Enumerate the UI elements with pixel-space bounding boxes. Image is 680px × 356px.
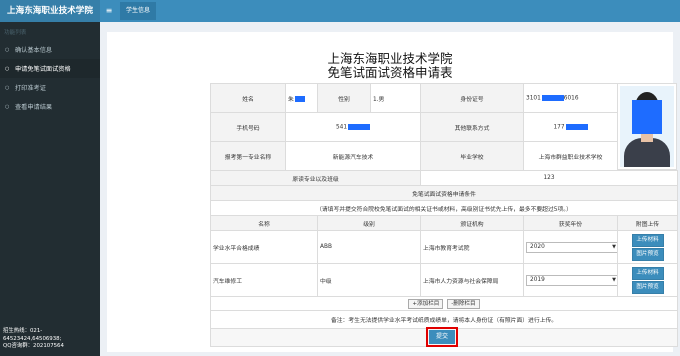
privacy-mask <box>348 123 371 130</box>
circle-outline-icon: ○ <box>5 46 10 53</box>
name-value: 朱 <box>285 83 318 113</box>
cert-name-cell[interactable]: 汽车维修工 <box>210 263 318 297</box>
sidebar-item-apply-exemption[interactable]: ○ 申请免笔试面试资格 <box>0 59 100 78</box>
col-header-name: 名称 <box>210 215 318 231</box>
cert-name-cell[interactable]: 学业水平合格成绩 <box>210 230 318 264</box>
conditions-note: （请填写并提交符合院校免笔试面试的相关证书或材料，高级别证书优先上传，最多不要超… <box>209 200 679 216</box>
table-row: 汽车维修工 中级 上海市人力资源与社会保障局 2019 ▼ 上传材料 图片预览 <box>210 263 679 297</box>
row-actions: +添加栏目 -删除栏目 <box>209 296 679 311</box>
sidebar-item-label: 打印准考证 <box>15 85 46 92</box>
year-select[interactable]: 2020 ▼ <box>526 241 617 253</box>
phone-value: 541 <box>285 112 421 142</box>
privacy-mask <box>565 123 588 130</box>
upload-button[interactable]: 上传材料 <box>631 233 664 247</box>
id-value: 3101 6016 <box>523 83 618 113</box>
tab-student-info[interactable]: 学生信息 <box>120 2 157 20</box>
phone-label: 手机号码 <box>210 112 286 142</box>
name-label: 姓名 <box>210 83 286 113</box>
col-header-upload: 附图上传 <box>617 215 679 231</box>
sidebar-item-label: 查看申请结果 <box>15 104 53 111</box>
chevron-down-icon: ▼ <box>612 277 617 283</box>
cert-issuer-cell[interactable]: 上海市教育考试院 <box>420 230 525 264</box>
remark-text: 备注：考生无法提供学业水平考试纸质成绩单，请将本人身份证（有照片面）进行上传。 <box>209 310 679 329</box>
chevron-down-icon: ▼ <box>612 244 617 250</box>
circle-outline-icon: ○ <box>5 103 10 110</box>
sidebar-item-label: 申请免笔试面试资格 <box>15 66 71 73</box>
upload-cell: 上传材料 图片预览 <box>617 263 679 297</box>
privacy-mask <box>294 96 305 102</box>
circle-outline-icon: ○ <box>5 84 10 91</box>
class-value: 123 <box>420 170 679 186</box>
cert-level-cell[interactable]: 中级 <box>316 263 422 297</box>
hotline-line: 招生热线：021- <box>3 328 43 334</box>
remove-row-button[interactable]: -删除栏目 <box>447 298 480 309</box>
school-value: 上海市群益职业技术学校 <box>523 141 618 171</box>
photo-privacy-mask <box>632 100 662 134</box>
submit-button[interactable]: 提交 <box>429 330 455 344</box>
circle-outline-icon: ○ <box>5 65 10 72</box>
major-label: 报考第一专业名称 <box>210 141 286 171</box>
basic-info-table: 姓名 朱 性别 1.男 身份证号 3101 6016 手机号码 541 其他联系方… <box>210 83 618 171</box>
privacy-mask <box>541 94 564 101</box>
table-row: 学业水平合格成绩 ABB 上海市教育考试院 2020 ▼ 上传材料 图片预览 <box>210 230 679 264</box>
preview-button[interactable]: 图片预览 <box>631 280 664 294</box>
page-subtitle: 免笔试面试资格申请表 <box>327 65 453 80</box>
upload-cell: 上传材料 图片预览 <box>617 230 679 264</box>
sidebar-item-view-results[interactable]: ○ 查看申请结果 <box>0 97 100 116</box>
id-label: 身份证号 <box>420 83 524 113</box>
hotline-info: 招生热线：021- 64523424,64506938; QQ咨询群：20210… <box>3 328 98 351</box>
sidebar: 功能列表 ○ 确认基本信息 ○ 申请免笔试面试资格 ○ 打印准考证 ○ 查看申请… <box>0 22 100 356</box>
gender-value: 1.男 <box>370 83 421 113</box>
sidebar-item-print-admission[interactable]: ○ 打印准考证 <box>0 78 100 97</box>
major-value: 新能源汽车技术 <box>285 141 421 171</box>
app-logo[interactable]: 上海东海职业技术学院 <box>0 0 100 22</box>
sidebar-section-title: 功能列表 <box>4 30 27 36</box>
preview-button[interactable]: 图片预览 <box>631 247 664 261</box>
gender-label: 性别 <box>317 83 371 113</box>
year-cell: 2020 ▼ <box>523 230 619 264</box>
col-header-issuer: 颁证机构 <box>420 215 525 231</box>
col-header-level: 级别 <box>316 215 422 231</box>
student-photo <box>617 83 677 170</box>
sidebar-item-confirm-info[interactable]: ○ 确认基本信息 <box>0 40 100 59</box>
year-select[interactable]: 2019 ▼ <box>526 274 617 286</box>
add-row-button[interactable]: +添加栏目 <box>408 298 444 309</box>
menu-toggle-icon[interactable]: ≡ <box>103 0 115 22</box>
submit-highlight: 提交 <box>426 327 458 347</box>
conditions-header: 免笔试面试资格申请条件 <box>209 185 679 201</box>
form-panel: 上海东海职业技术学院 免笔试面试资格申请表 姓名 朱 性别 1.男 身份证号 3… <box>107 32 679 352</box>
cert-issuer-cell[interactable]: 上海市人力资源与社会保障局 <box>420 263 525 297</box>
conditions-table: 原读专业以及班级 123 免笔试面试资格申请条件 （请填写并提交符合院校免笔试面… <box>209 170 679 347</box>
school-label: 毕业学校 <box>420 141 524 171</box>
other-contact-label: 其他联系方式 <box>420 112 524 142</box>
qq-group: QQ咨询群：202107564 <box>3 343 64 350</box>
cert-level-cell[interactable]: ABB <box>316 230 422 264</box>
col-header-year: 获奖年份 <box>523 215 619 231</box>
sidebar-item-label: 确认基本信息 <box>15 47 53 54</box>
top-navbar: 上海东海职业技术学院 ≡ 学生信息 <box>0 0 680 22</box>
upload-button[interactable]: 上传材料 <box>631 266 664 280</box>
class-label: 原读专业以及班级 <box>209 170 422 186</box>
other-contact-value: 177 <box>523 112 618 142</box>
year-cell: 2019 ▼ <box>523 263 619 297</box>
main-content: 上海东海职业技术学院 免笔试面试资格申请表 姓名 朱 性别 1.男 身份证号 3… <box>100 22 680 356</box>
